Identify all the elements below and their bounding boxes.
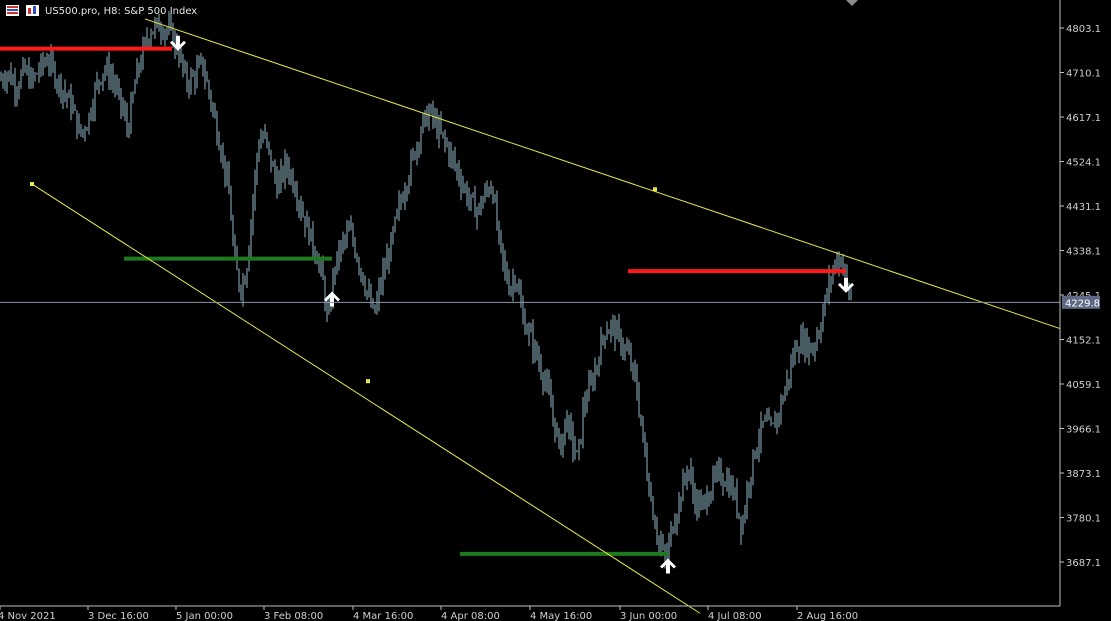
x-tick-label: 2 Aug 16:00 [797, 611, 858, 621]
y-tick-label: 4059.1 [1066, 380, 1101, 391]
y-tick-label: 4803.1 [1066, 24, 1101, 35]
x-tick-label: 3 Jun 00:00 [620, 611, 677, 621]
current-price-label: 4229.8 [1065, 298, 1100, 309]
y-tick-label: 4431.1 [1066, 202, 1101, 213]
x-tick-label: 4 Mar 16:00 [353, 611, 413, 621]
trendline-anchor-point[interactable] [366, 379, 370, 384]
current-price-tag: 4229.8 [1062, 295, 1100, 309]
y-tick-label: 4152.1 [1066, 336, 1101, 347]
y-tick-label: 3966.1 [1066, 425, 1101, 436]
chart-title: US500.pro, H8: S&P 500 Index [45, 6, 197, 17]
x-tick-label: 4 Nov 2021 [0, 611, 56, 621]
x-tick-label: 3 Feb 08:00 [264, 611, 323, 621]
y-tick-label: 3873.1 [1066, 469, 1101, 480]
x-tick-label: 3 Dec 16:00 [88, 611, 149, 621]
x-tick-label: 4 May 16:00 [530, 611, 592, 621]
trendline-anchor-point[interactable] [30, 182, 34, 187]
price-chart[interactable]: US500.pro, H8: S&P 500 Index 4803.1 4710.… [0, 0, 1111, 621]
x-tick-label: 4 Apr 08:00 [441, 611, 500, 621]
y-tick-label: 4524.1 [1066, 158, 1101, 169]
chart-window-icon[interactable] [6, 5, 19, 16]
y-tick-label: 3780.1 [1066, 514, 1101, 525]
y-tick-label: 4710.1 [1066, 69, 1101, 80]
y-tick-label: 4338.1 [1066, 247, 1101, 258]
y-tick-label: 4617.1 [1066, 113, 1101, 124]
y-tick-label: 3687.1 [1066, 558, 1101, 569]
x-tick-label: 5 Jan 00:00 [176, 611, 233, 621]
chart-background [0, 0, 1111, 621]
x-tick-label: 4 Jul 08:00 [708, 611, 762, 621]
chart-bars-icon[interactable] [26, 5, 39, 16]
trendline-anchor-point[interactable] [653, 187, 657, 192]
